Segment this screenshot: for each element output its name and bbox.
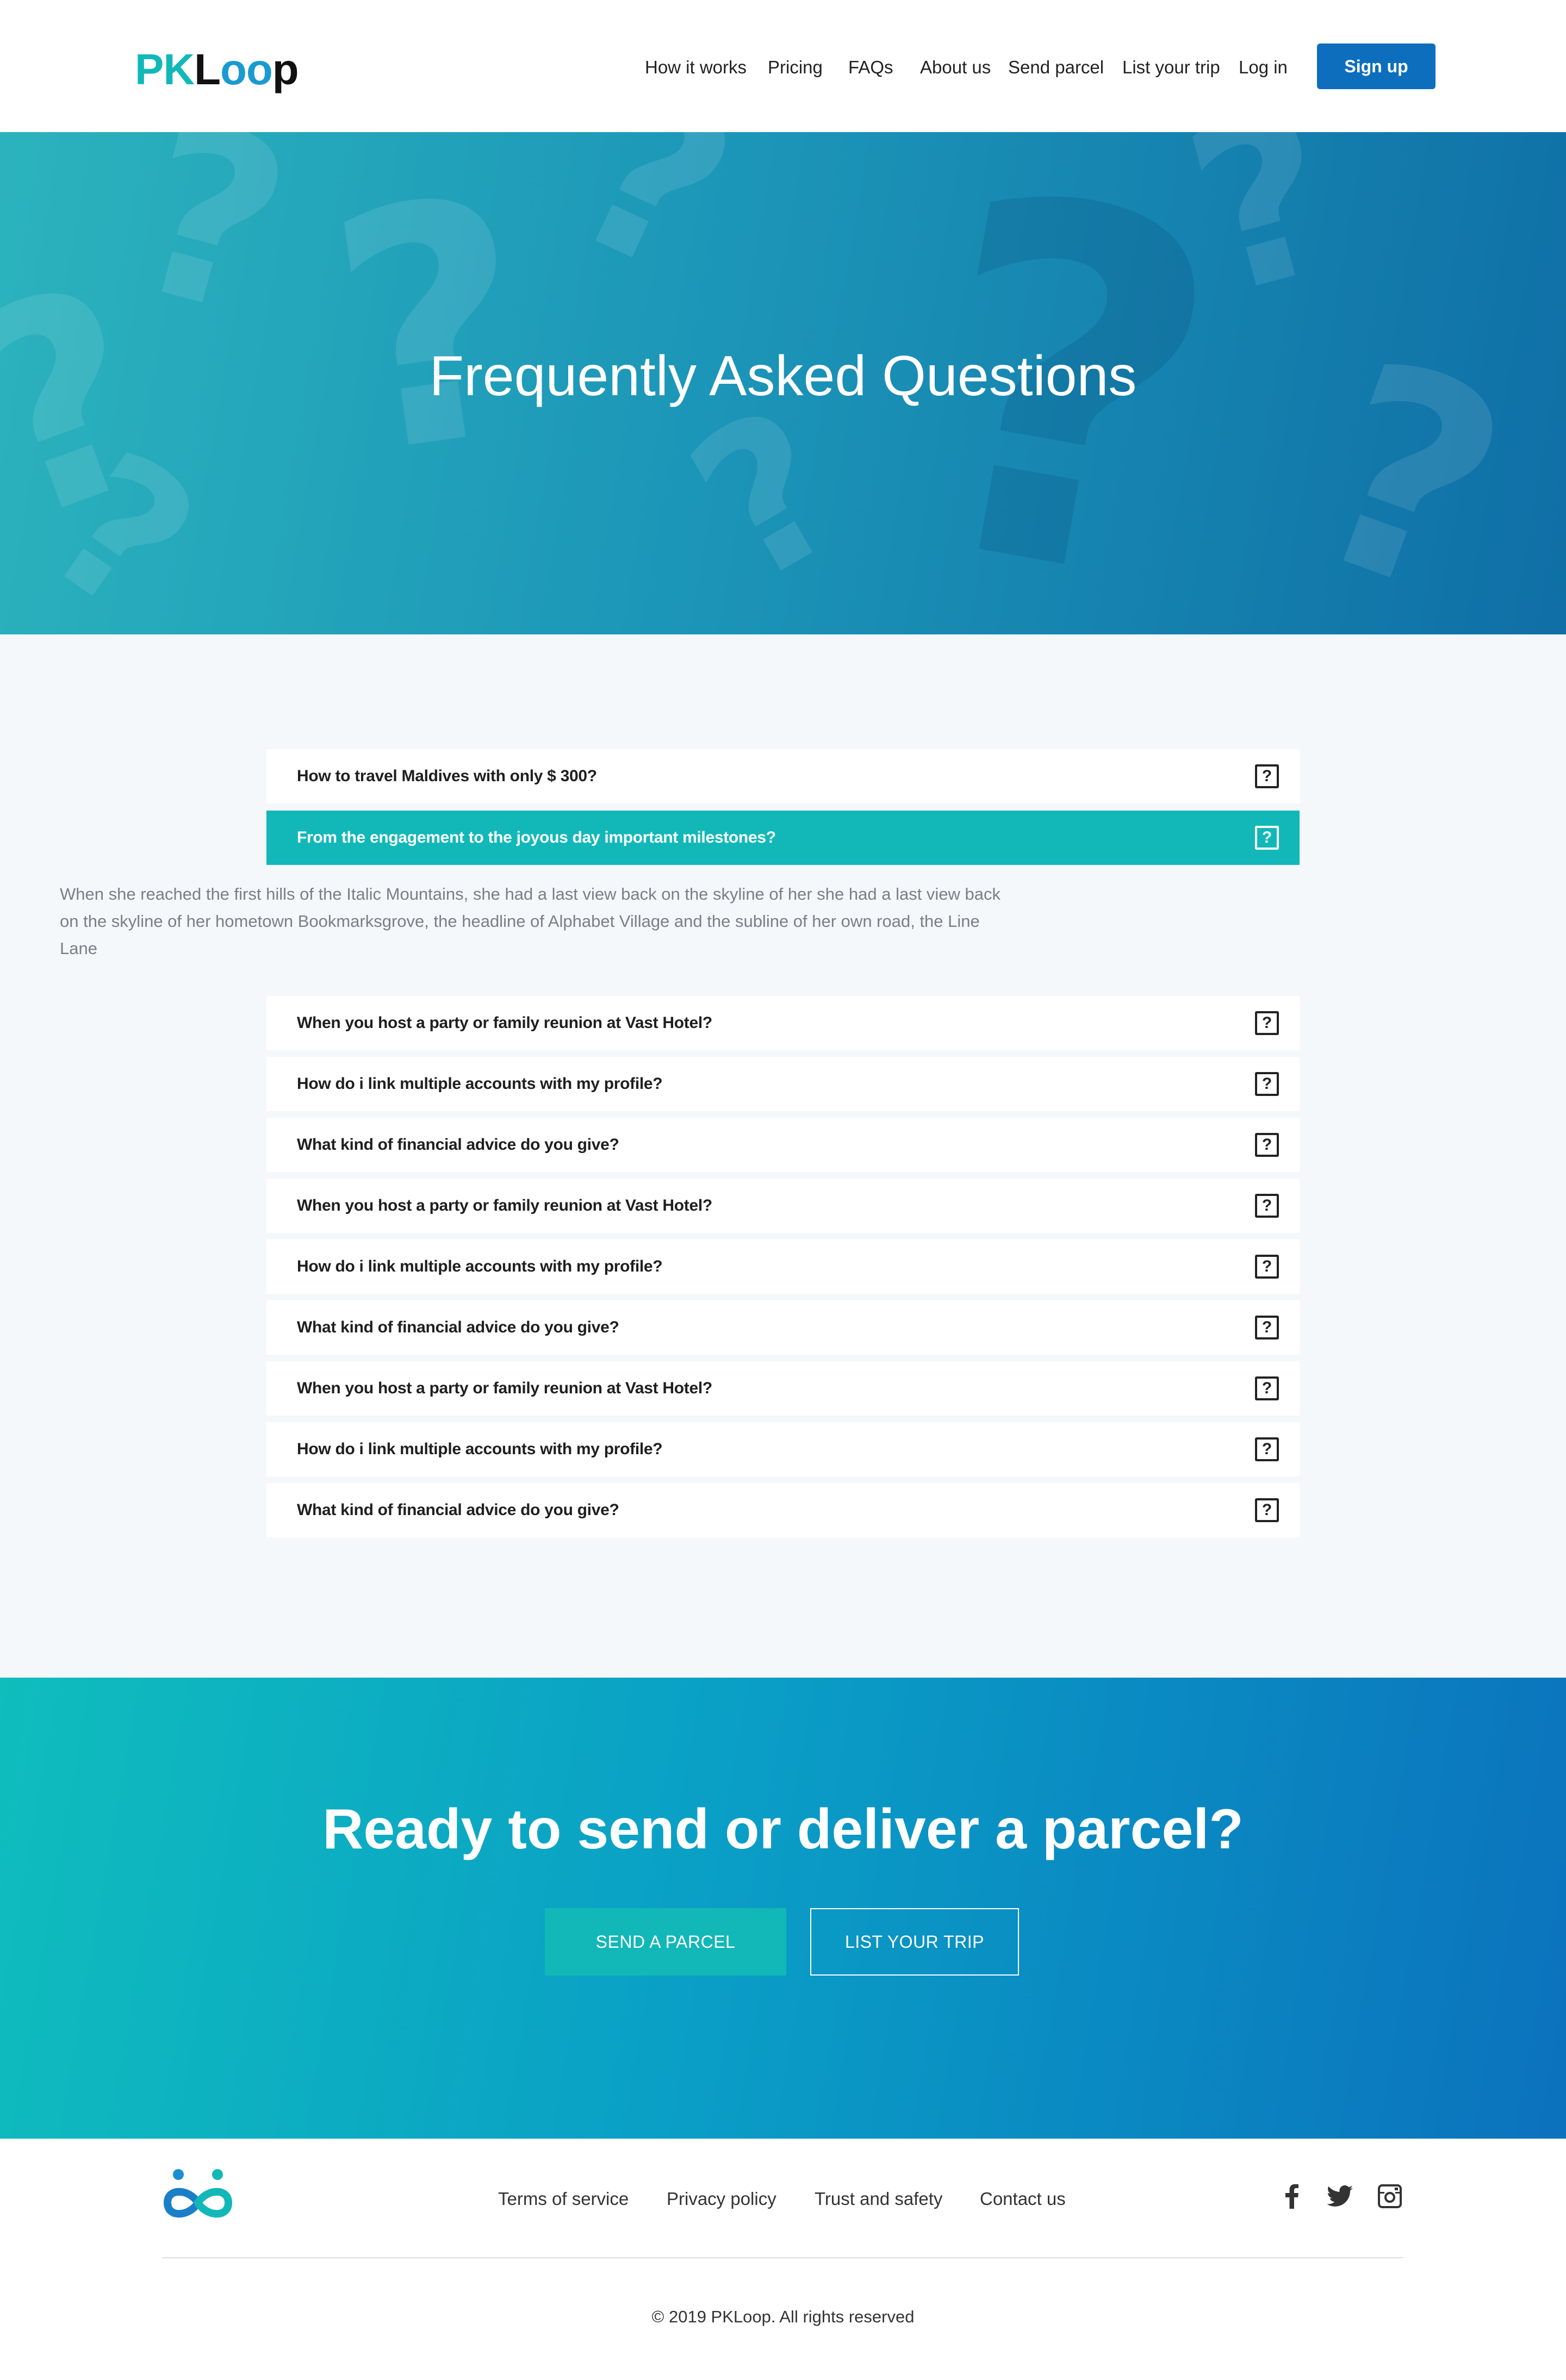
faq-answer: When she reached the first hills of the … (60, 884, 1001, 958)
send-parcel-button[interactable]: SEND A PARCEL (545, 1908, 786, 1976)
twitter-icon[interactable] (1326, 2182, 1354, 2210)
faq-question: How do i link multiple accounts with my … (297, 1075, 663, 1093)
question-box-icon: ? (1255, 826, 1279, 850)
faq-item[interactable]: What kind of financial advice do you giv… (266, 1118, 1300, 1172)
question-box-icon: ? (1255, 1194, 1279, 1218)
question-box-icon: ? (1255, 1133, 1279, 1157)
faq-question: What kind of financial advice do you giv… (297, 1318, 619, 1336)
copyright-text: © 2019 PKLoop. All rights reserved (651, 2307, 915, 2326)
question-box-icon: ? (1255, 1255, 1279, 1279)
faq-question: How do i link multiple accounts with my … (297, 1440, 663, 1458)
nav-about-us[interactable]: About us (920, 57, 991, 78)
decorative-question-mark: ? (108, 132, 314, 372)
faq-item[interactable]: When you host a party or family reunion … (266, 1179, 1300, 1233)
pkloop-logo[interactable]: PK L oo p (135, 43, 299, 96)
faq-item[interactable]: What kind of financial advice do you giv… (266, 1300, 1300, 1355)
question-box-icon: ? (1255, 1437, 1279, 1461)
faq-item[interactable]: When you host a party or family reunion … (266, 1361, 1300, 1416)
faq-question: When you host a party or family reunion … (297, 1197, 712, 1214)
faq-question: How do i link multiple accounts with my … (297, 1257, 663, 1275)
question-box-icon: ? (1255, 764, 1279, 788)
nav-log-in[interactable]: Log in (1239, 57, 1288, 78)
question-box-icon: ? (1255, 1316, 1279, 1339)
faq-item[interactable]: How do i link multiple accounts with my … (266, 1057, 1300, 1111)
page-title: Frequently Asked Questions (429, 345, 1137, 408)
question-box-icon: ? (1255, 1072, 1279, 1096)
faq-question: What kind of financial advice do you giv… (297, 1501, 619, 1519)
decorative-question-mark: ? (537, 132, 770, 329)
faq-item[interactable]: How to travel Maldives with only $ 300? … (266, 749, 1300, 803)
logo-text-p: p (272, 45, 299, 94)
faq-item[interactable]: When you host a party or family reunion … (266, 996, 1300, 1050)
faq-question: How to travel Maldives with only $ 300? (297, 767, 597, 785)
cta-title: Ready to send or deliver a parcel? (322, 1798, 1244, 1861)
list-trip-button[interactable]: LIST YOUR TRIP (810, 1908, 1019, 1976)
faq-question: What kind of financial advice do you giv… (297, 1136, 619, 1154)
faq-question: When you host a party or family reunion … (297, 1014, 712, 1032)
nav-faqs[interactable]: FAQs (848, 57, 893, 78)
nav-pricing[interactable]: Pricing (768, 57, 823, 78)
footer-link-terms[interactable]: Terms of service (498, 2189, 629, 2209)
footer-divider (162, 2257, 1403, 2258)
cta-section: Ready to send or deliver a parcel? SEND … (0, 1678, 1566, 2139)
logo-text-pk: PK (135, 45, 195, 94)
faq-question: When you host a party or family reunion … (297, 1379, 712, 1397)
footer-link-privacy[interactable]: Privacy policy (667, 2189, 776, 2209)
footer-link-trust-safety[interactable]: Trust and safety (815, 2189, 942, 2209)
decorative-question-mark: ? (311, 132, 552, 529)
faq-item[interactable]: How do i link multiple accounts with my … (266, 1239, 1300, 1294)
footer-link-contact[interactable]: Contact us (980, 2189, 1066, 2209)
question-box-icon: ? (1255, 1498, 1279, 1522)
nav-how-it-works[interactable]: How it works (645, 57, 747, 78)
question-box-icon: ? (1255, 1376, 1279, 1400)
sign-up-button[interactable]: Sign up (1317, 43, 1435, 89)
instagram-icon[interactable] (1376, 2182, 1404, 2210)
site-header: PK L oo p How it works Pricing FAQs Abou… (0, 0, 1566, 132)
faq-item[interactable]: What kind of financial advice do you giv… (266, 1483, 1300, 1537)
question-box-icon: ? (1255, 1011, 1279, 1035)
nav-send-parcel[interactable]: Send parcel (1008, 57, 1104, 78)
logo-text-oo: oo (220, 45, 273, 94)
faq-item[interactable]: How do i link multiple accounts with my … (266, 1422, 1300, 1476)
decorative-question-mark: ? (654, 362, 879, 631)
facebook-icon[interactable] (1278, 2182, 1306, 2210)
faq-item-active[interactable]: From the engagement to the joyous day im… (266, 811, 1300, 865)
hero-banner: ? ? ? ? ? ? ? ? ? Frequently Asked Quest… (0, 132, 1566, 634)
nav-list-your-trip[interactable]: List your trip (1122, 57, 1220, 78)
site-footer: Terms of service Privacy policy Trust an… (0, 2139, 1566, 2380)
logo-text-l: L (194, 45, 221, 94)
faq-question: From the engagement to the joyous day im… (297, 828, 776, 846)
